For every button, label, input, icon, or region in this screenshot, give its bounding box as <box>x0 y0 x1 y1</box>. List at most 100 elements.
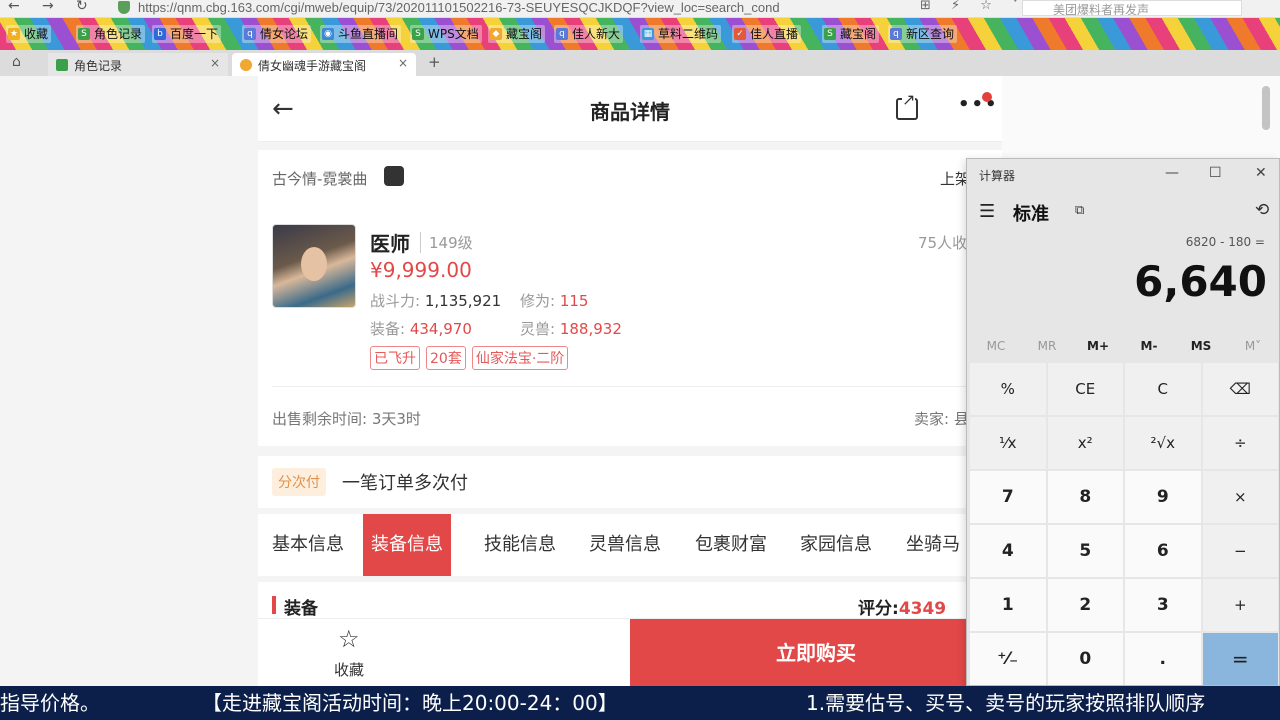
site-icon: q <box>556 28 568 40</box>
page-title: 商品详情 <box>590 100 670 124</box>
browser-search-input[interactable]: 美团爆料者再发声 <box>1022 0 1242 16</box>
negate-key[interactable]: ⁺⁄₋ <box>970 633 1046 685</box>
digit-0-key[interactable]: 0 <box>1047 633 1123 685</box>
sqrt-key[interactable]: ²√x <box>1125 417 1201 469</box>
memory-subtract-button[interactable]: M- <box>1123 339 1175 353</box>
apple-icon <box>384 166 404 186</box>
browser-tools-icons[interactable]: ⊞ ⚡ ☆ ˅ <box>920 0 1027 13</box>
divide-key[interactable]: ÷ <box>1202 417 1278 469</box>
memory-list-button[interactable]: M˅ <box>1227 339 1279 353</box>
scrollbar-thumb[interactable] <box>1262 86 1270 130</box>
digit-8-key[interactable]: 8 <box>1047 471 1123 523</box>
tab-inventory[interactable]: 包裹财富 <box>687 514 775 576</box>
info-tabs: 基本信息 装备信息 技能信息 灵兽信息 包裹财富 家园信息 坐骑马 <box>258 514 1002 576</box>
digit-1-key[interactable]: 1 <box>970 579 1046 631</box>
bookmark-item[interactable]: S WPS文档 <box>410 25 482 43</box>
history-icon[interactable]: ⟲ <box>1255 200 1269 220</box>
tab-pet-info[interactable]: 灵兽信息 <box>581 514 669 576</box>
reciprocal-key[interactable]: ¹⁄x <box>970 417 1046 469</box>
calculator-titlebar[interactable]: 计算器 — ☐ ✕ <box>967 159 1279 191</box>
equals-key[interactable]: = <box>1202 633 1278 685</box>
plus-key[interactable]: + <box>1202 579 1278 631</box>
tab-label: 角色记录 <box>74 59 123 73</box>
reload-icon[interactable]: ↻ <box>76 0 88 14</box>
seller-label: 卖家: 县 <box>914 410 969 428</box>
page-header: ← 商品详情 ••• <box>258 76 1002 142</box>
wps-icon: S <box>412 28 424 40</box>
star-icon: ★ <box>8 28 20 40</box>
bookmark-item[interactable]: q 倩女论坛 <box>242 25 312 43</box>
favorite-button[interactable]: 收藏 <box>334 659 364 680</box>
section-accent <box>272 596 276 614</box>
tab-basic-info[interactable]: 基本信息 <box>264 514 352 576</box>
backspace-key[interactable]: ⌫ <box>1202 363 1278 415</box>
tab-home-info[interactable]: 家园信息 <box>792 514 880 576</box>
clear-entry-key[interactable]: CE <box>1047 363 1123 415</box>
site-icon: S <box>824 28 836 40</box>
installment-banner[interactable]: 分次付 一笔订单多次付 <box>258 456 1002 508</box>
forward-nav-icon[interactable]: → <box>42 0 54 14</box>
memory-clear-button[interactable]: MC <box>970 339 1022 353</box>
baidu-icon: b <box>154 28 166 40</box>
close-icon[interactable]: ✕ <box>1255 165 1267 181</box>
menu-icon[interactable]: ☰ <box>979 201 995 222</box>
server-name: 古今情-霓裳曲 <box>272 170 368 188</box>
role-level: 149级 <box>420 232 473 253</box>
digit-7-key[interactable]: 7 <box>970 471 1046 523</box>
qr-icon: ▦ <box>642 28 654 40</box>
bookmark-item[interactable]: b 百度一下 <box>152 25 222 43</box>
digit-2-key[interactable]: 2 <box>1047 579 1123 631</box>
new-tab-button[interactable]: + <box>428 53 441 71</box>
url-field[interactable]: https://qnm.cbg.163.com/cgi/mweb/equip/7… <box>138 0 780 15</box>
memory-store-button[interactable]: MS <box>1175 339 1227 353</box>
digit-4-key[interactable]: 4 <box>970 525 1046 577</box>
site-icon: q <box>890 28 902 40</box>
maximize-icon[interactable]: ☐ <box>1209 165 1222 181</box>
calculator-mode: 标准 <box>1013 204 1049 225</box>
memory-recall-button[interactable]: MR <box>1021 339 1073 353</box>
browser-tab-active[interactable]: 倩女幽魂手游藏宝阁 × <box>232 53 416 76</box>
badge: 仙家法宝·二阶 <box>471 346 569 370</box>
bookmark-item[interactable]: ▦ 草料二维码 <box>640 25 722 43</box>
site-icon: ✓ <box>734 28 746 40</box>
minus-key[interactable]: − <box>1202 525 1278 577</box>
bookmark-item[interactable]: ◉ 斗鱼直播间 <box>320 25 402 43</box>
multiply-key[interactable]: × <box>1202 471 1278 523</box>
digit-5-key[interactable]: 5 <box>1047 525 1123 577</box>
clear-key[interactable]: C <box>1125 363 1201 415</box>
bookmark-item[interactable]: q 佳人新大 <box>554 25 624 43</box>
tab-close-icon[interactable]: × <box>398 56 408 70</box>
calculator-result: 6,640 <box>1134 257 1267 306</box>
bookmark-item[interactable]: S 藏宝阁 <box>822 25 880 43</box>
bookmark-item[interactable]: q 新区查询 <box>888 25 958 43</box>
tab-skill-info[interactable]: 技能信息 <box>476 514 564 576</box>
percent-key[interactable]: % <box>970 363 1046 415</box>
bookmark-item[interactable]: S 角色记录 <box>76 25 146 43</box>
digit-3-key[interactable]: 3 <box>1125 579 1201 631</box>
digit-9-key[interactable]: 9 <box>1125 471 1201 523</box>
home-icon[interactable]: ⌂ <box>12 54 21 70</box>
more-icon[interactable]: ••• <box>958 94 999 115</box>
decimal-key[interactable]: . <box>1125 633 1201 685</box>
back-nav-icon[interactable]: ← <box>8 0 20 14</box>
digit-6-key[interactable]: 6 <box>1125 525 1201 577</box>
tab-close-icon[interactable]: × <box>210 56 220 70</box>
memory-add-button[interactable]: M+ <box>1072 339 1124 353</box>
pet-stat: 灵兽: 188,932 <box>520 320 622 338</box>
character-avatar[interactable] <box>272 224 356 308</box>
bookmark-item[interactable]: ✓ 佳人直播 <box>732 25 802 43</box>
bookmark-item[interactable]: ★ 收藏 <box>6 25 52 43</box>
square-key[interactable]: x² <box>1047 417 1123 469</box>
star-icon[interactable]: ☆ <box>338 625 360 653</box>
share-icon[interactable] <box>896 90 918 120</box>
tab-equip-info[interactable]: 装备信息 <box>363 514 451 576</box>
window-title: 计算器 <box>979 169 1016 183</box>
site-icon <box>240 59 252 71</box>
buy-now-button[interactable]: 立即购买 <box>630 619 1002 686</box>
tab-mount[interactable]: 坐骑马 <box>898 514 968 576</box>
bookmark-item[interactable]: ◆ 藏宝阁 <box>488 25 546 43</box>
browser-tab[interactable]: 角色记录 × <box>48 53 228 76</box>
installment-text: 一笔订单多次付 <box>342 473 468 494</box>
keep-on-top-icon[interactable]: ⧉ <box>1075 203 1084 218</box>
minimize-icon[interactable]: — <box>1165 165 1179 181</box>
